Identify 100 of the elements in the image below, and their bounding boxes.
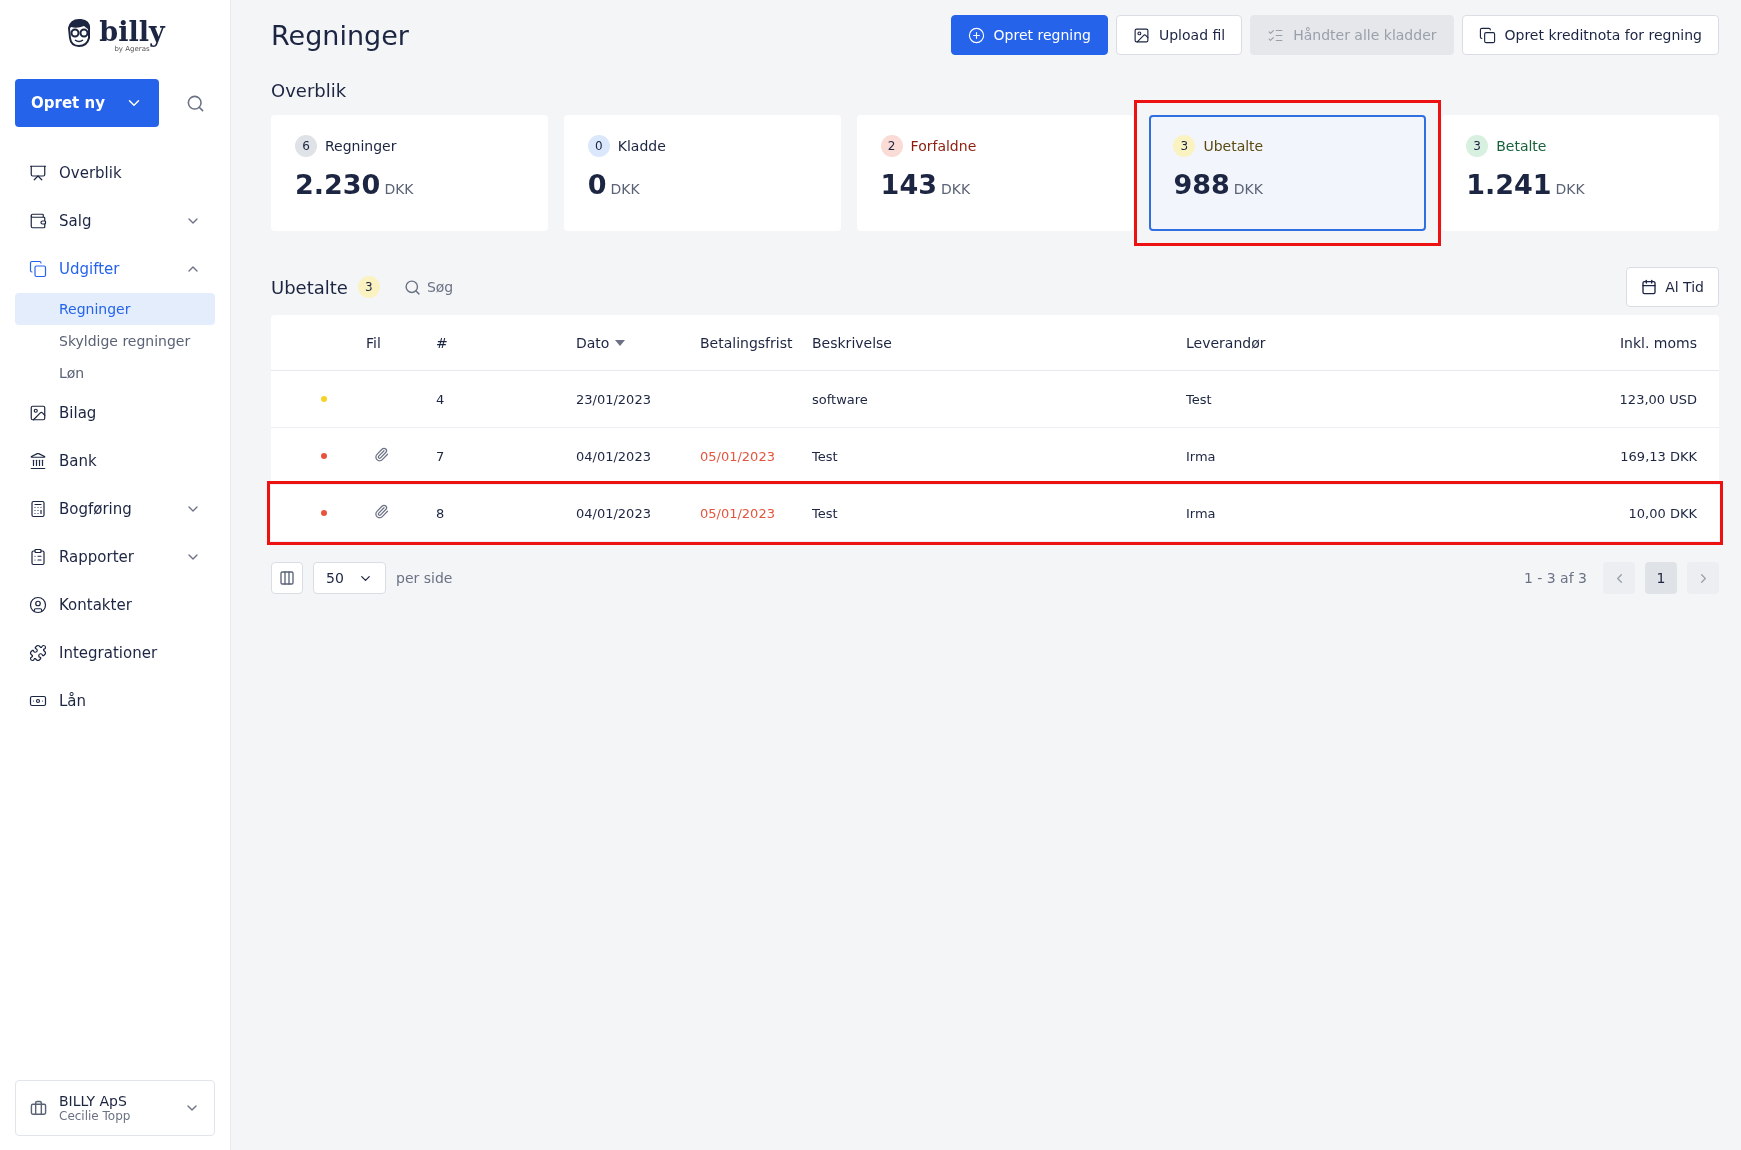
period-button[interactable]: Al Tid bbox=[1626, 267, 1719, 307]
nav-item[interactable]: Bilag bbox=[15, 389, 215, 437]
table-cell-text: 04/01/2023 bbox=[576, 505, 652, 521]
page-title: Regninger bbox=[271, 19, 409, 51]
card-label: Kladde bbox=[617, 138, 666, 154]
per-page-label: per side bbox=[396, 570, 453, 586]
amount-value: 2.230 bbox=[295, 169, 381, 200]
action-button[interactable]: Opret regning bbox=[950, 15, 1108, 55]
table-cell-text: 8 bbox=[436, 505, 446, 521]
page-size-select[interactable]: 50 bbox=[313, 562, 386, 594]
count-badge: 0 bbox=[587, 135, 610, 157]
column-header[interactable]: Leverandør bbox=[1186, 334, 1442, 351]
table-row[interactable]: 4 23/01/2023 software Test 123,00 USD bbox=[271, 371, 1719, 428]
amount-value: 1.241 bbox=[1466, 169, 1552, 200]
card-label: Forfaldne bbox=[910, 138, 977, 154]
column-header[interactable]: Inkl. moms bbox=[1441, 334, 1697, 351]
nav-item[interactable]: Overblik bbox=[15, 149, 215, 197]
action-button[interactable]: Upload fil bbox=[1115, 15, 1243, 55]
table-cell-text: Irma bbox=[1186, 448, 1217, 464]
count-badge: 6 bbox=[295, 135, 317, 157]
nav-item[interactable]: Salg bbox=[15, 197, 215, 245]
table-cell-text: 05/01/2023 bbox=[700, 505, 776, 521]
count-badge: 3 bbox=[1173, 135, 1196, 157]
column-header[interactable]: # bbox=[436, 334, 576, 351]
table-row[interactable]: 7 04/01/2023 05/01/2023 Test Irma 169,13 DKK bbox=[271, 428, 1719, 485]
nav-item[interactable]: Bogføring bbox=[15, 485, 215, 533]
nav-item[interactable]: Bank bbox=[15, 437, 215, 485]
clipboard-icon bbox=[29, 548, 47, 566]
nav-subitem[interactable]: Skyldige regninger bbox=[15, 325, 215, 357]
wallet-icon bbox=[29, 212, 47, 230]
user-name: Cecilie Topp bbox=[59, 1109, 132, 1123]
currency-label: DKK bbox=[610, 181, 640, 197]
logo-wordmark: billy bbox=[99, 18, 165, 45]
table-cell-text: 05/01/2023 bbox=[700, 448, 776, 464]
table-row[interactable]: 8 04/01/2023 05/01/2023 Test Irma 10,00 DKK bbox=[271, 485, 1719, 542]
column-header[interactable]: Betalingsfrist bbox=[700, 334, 812, 351]
card-label: Regninger bbox=[325, 138, 397, 154]
card-label: Ubetalte bbox=[1203, 138, 1264, 154]
page-button[interactable]: 1 bbox=[1645, 562, 1677, 594]
count-badge: 3 bbox=[357, 276, 380, 298]
image-icon bbox=[29, 404, 47, 422]
card-label: Betalte bbox=[1496, 138, 1547, 154]
amount-value: 143 bbox=[880, 169, 937, 200]
calendar-icon bbox=[1641, 279, 1658, 295]
create-new-button[interactable]: Opret ny bbox=[15, 79, 159, 127]
plus-circle-icon bbox=[967, 26, 985, 44]
summary-card[interactable]: 6 Regninger 2.230 DKK bbox=[271, 115, 548, 231]
table-cell-text: 10,00 DKK bbox=[1627, 505, 1697, 521]
count-badge: 2 bbox=[880, 135, 903, 157]
search-field[interactable]: Søg bbox=[403, 278, 454, 296]
table-cell-text: 04/01/2023 bbox=[576, 448, 652, 464]
table-cell-text: 123,00 USD bbox=[1618, 391, 1697, 407]
currency-label: DKK bbox=[1555, 181, 1585, 197]
currency-label: DKK bbox=[384, 181, 414, 197]
calculator-icon bbox=[29, 500, 47, 518]
bank-icon bbox=[29, 452, 47, 470]
columns-icon bbox=[279, 570, 295, 586]
count-badge: 3 bbox=[1466, 135, 1489, 157]
table-cell-text: Test bbox=[812, 448, 839, 464]
table-cell-text: Irma bbox=[1186, 505, 1217, 521]
nav-item[interactable]: Integrationer bbox=[15, 629, 215, 677]
section-title: Overblik bbox=[271, 80, 348, 101]
search-icon[interactable] bbox=[186, 93, 205, 113]
nav-subitem[interactable]: Løn bbox=[15, 357, 215, 389]
organization-switcher[interactable]: BILLY ApS Cecilie Topp bbox=[15, 1080, 215, 1136]
documents-icon bbox=[29, 260, 47, 278]
summary-card[interactable]: 3 Ubetalte 988 DKK bbox=[1149, 115, 1427, 231]
table-cell-text: Test bbox=[1186, 391, 1213, 407]
table-cell-text: Test bbox=[812, 505, 839, 521]
summary-card[interactable]: 3 Betalte 1.241 DKK bbox=[1442, 115, 1719, 231]
nav-item[interactable]: Kontakter bbox=[15, 581, 215, 629]
columns-button[interactable] bbox=[271, 562, 303, 594]
summary-card[interactable]: 2 Forfaldne 143 DKK bbox=[856, 115, 1134, 231]
range-label: 1 - 3 af 3 bbox=[1523, 570, 1587, 586]
table-cell-text: 7 bbox=[436, 448, 446, 464]
column-header[interactable]: Fil bbox=[366, 334, 436, 351]
nav-subitem[interactable]: Regninger bbox=[15, 293, 215, 325]
image-icon bbox=[1132, 26, 1150, 44]
amount-value: 0 bbox=[587, 169, 607, 200]
summary-card[interactable]: 0 Kladde 0 DKK bbox=[563, 115, 841, 231]
nav-item[interactable]: Lån bbox=[15, 677, 215, 725]
presentation-icon bbox=[29, 164, 47, 182]
list-title: Ubetalte bbox=[271, 276, 348, 298]
currency-label: DKK bbox=[1233, 181, 1263, 197]
user-icon bbox=[29, 596, 47, 614]
table-cell-text: 169,13 DKK bbox=[1619, 448, 1697, 464]
nav-item[interactable]: Rapporter bbox=[15, 533, 215, 581]
action-button[interactable]: Opret kreditnota for regning bbox=[1461, 15, 1719, 55]
currency-label: DKK bbox=[940, 181, 971, 197]
amount-value: 988 bbox=[1173, 169, 1230, 200]
search-icon bbox=[403, 278, 421, 296]
table-cell-text: 23/01/2023 bbox=[576, 391, 652, 407]
column-header[interactable]: Beskrivelse bbox=[812, 334, 1186, 351]
documents-icon bbox=[1478, 26, 1496, 44]
organization-name: BILLY ApS bbox=[59, 1093, 128, 1109]
table-cell-text: software bbox=[812, 391, 869, 407]
table-cell-text: 4 bbox=[436, 391, 446, 407]
puzzle-icon bbox=[29, 644, 47, 662]
column-header[interactable]: Dato bbox=[576, 334, 700, 351]
nav-item[interactable]: Udgifter bbox=[15, 245, 215, 293]
